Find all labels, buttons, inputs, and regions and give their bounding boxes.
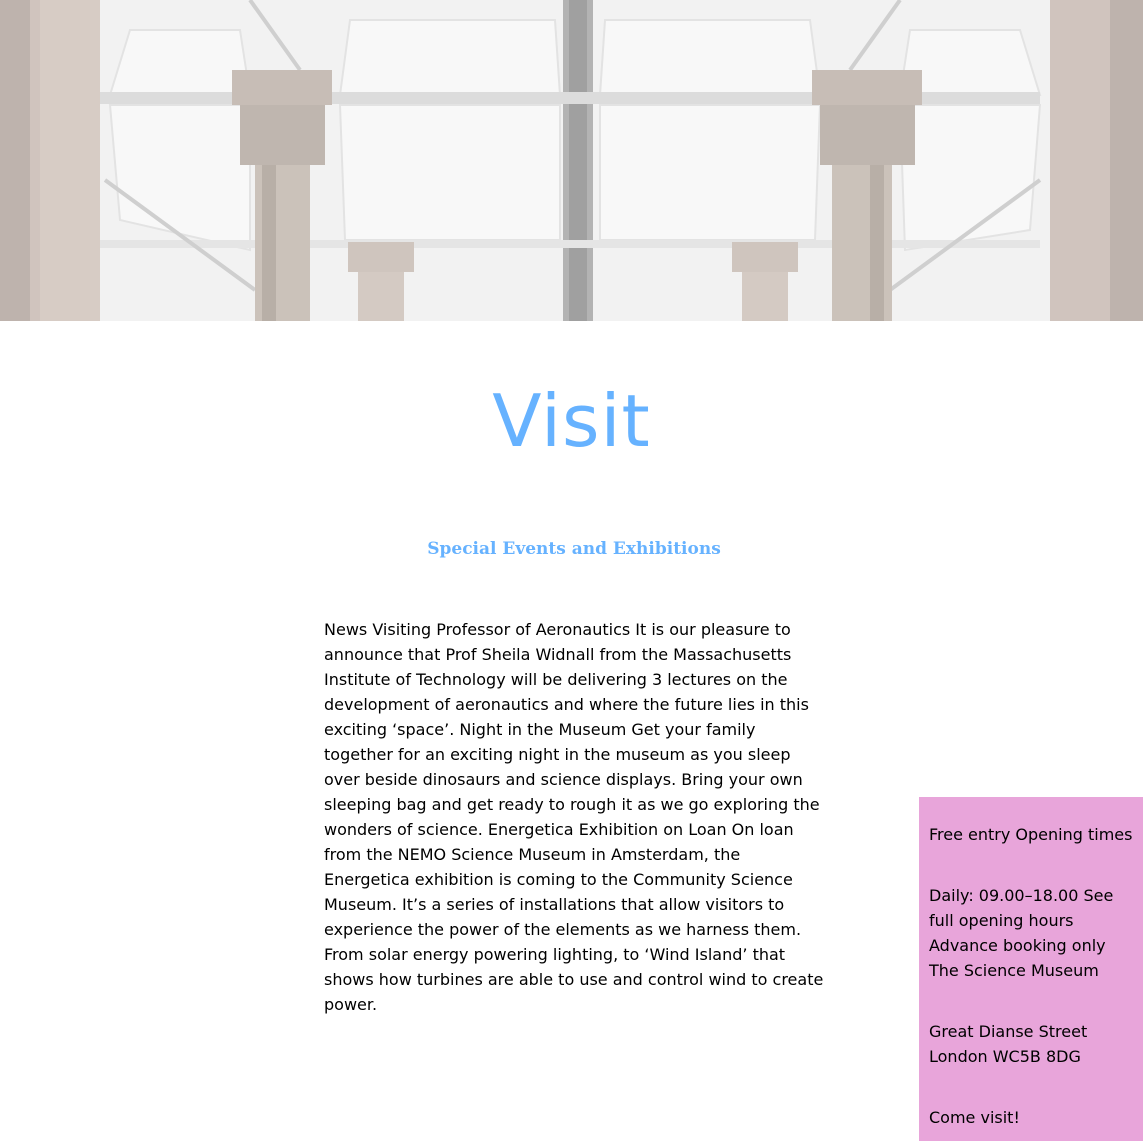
sidebar-opening-hours: Daily: 09.00–18.00 See full opening hour… [929,886,1114,980]
sidebar-call-to-action: Come visit! [929,1108,1020,1127]
events-description: News Visiting Professor of Aeronautics I… [324,620,824,1014]
visit-info-sidebar: Free entry Opening times Daily: 09.00–18… [919,797,1143,1141]
section-subtitle: Special Events and Exhibitions [427,539,721,559]
museum-ceiling-columns-image [0,0,1143,321]
sidebar-entry-info: Free entry Opening times [929,825,1133,844]
hero-banner [0,0,1143,321]
page-title: Visit [492,379,651,463]
sidebar-address: Great Dianse Street London WC5B 8DG [929,1022,1088,1066]
